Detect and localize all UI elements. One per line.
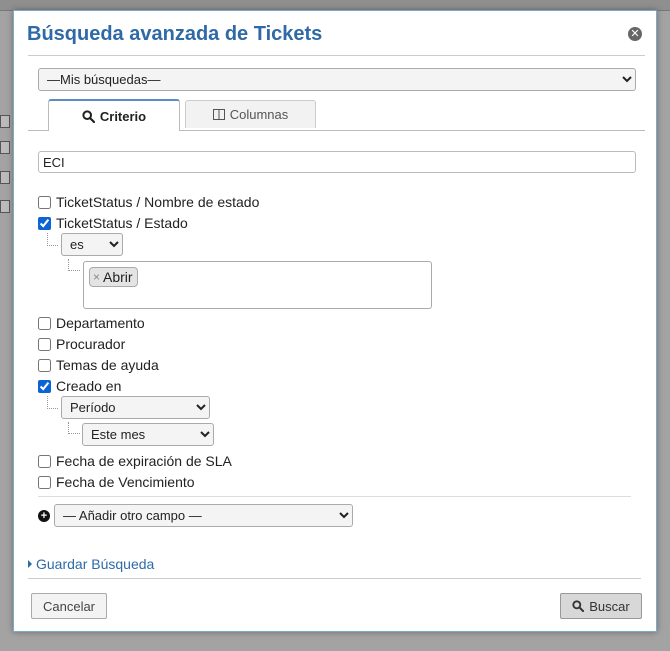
save-search-toggle[interactable]: Guardar Búsqueda (28, 556, 154, 572)
criterion-created[interactable]: Creado en (38, 378, 121, 394)
criterion-assignee-checkbox[interactable] (38, 337, 51, 351)
search-icon (82, 109, 95, 123)
add-field-select[interactable]: — Añadir otro campo — (54, 504, 353, 527)
criterion-help-topics-checkbox[interactable] (38, 358, 51, 372)
divider (28, 578, 641, 579)
advanced-search-dialog: Búsqueda avanzada de Tickets ✕ —Mis búsq… (13, 10, 657, 632)
status-tag: × Abrir (89, 267, 138, 287)
close-icon[interactable]: ✕ (628, 27, 642, 41)
search-button[interactable]: Buscar (560, 593, 642, 619)
tab-criteria-label: Criterio (99, 108, 147, 124)
columns-icon (212, 109, 225, 120)
tree-guide (68, 422, 80, 434)
plus-circle-icon: + (38, 510, 50, 522)
tab-columns-label: Columnas (229, 107, 289, 122)
created-operator-select[interactable]: Período (61, 396, 210, 419)
criterion-due-date[interactable]: Fecha de Vencimiento (38, 474, 195, 490)
status-tag-label: Abrir (103, 269, 133, 285)
tree-guide (47, 233, 58, 246)
criterion-sla-due[interactable]: Fecha de expiración de SLA (38, 453, 232, 469)
criterion-department[interactable]: Departamento (38, 315, 145, 331)
cancel-button[interactable]: Cancelar (31, 593, 107, 619)
background-doc-icon (0, 141, 10, 154)
criterion-label: Fecha de expiración de SLA (56, 453, 232, 469)
tab-criteria[interactable]: Criterio (48, 99, 180, 131)
tag-remove-icon[interactable]: × (93, 268, 100, 286)
criterion-created-checkbox[interactable] (38, 379, 51, 393)
background-doc-icon (0, 171, 10, 184)
criterion-status-state[interactable]: TicketStatus / Estado (38, 215, 188, 231)
keywords-input[interactable] (38, 151, 636, 173)
my-searches-select[interactable]: —Mis búsquedas— (38, 68, 636, 91)
criterion-label: TicketStatus / Nombre de estado (56, 194, 260, 210)
criterion-status-state-checkbox[interactable] (38, 216, 51, 230)
criterion-label: TicketStatus / Estado (56, 215, 188, 231)
criterion-label: Fecha de Vencimiento (56, 474, 195, 490)
criterion-department-checkbox[interactable] (38, 316, 51, 330)
background-doc-icon (0, 200, 10, 213)
status-operator-select[interactable]: es (61, 233, 123, 256)
status-values-multiselect[interactable]: × Abrir (83, 261, 432, 309)
search-button-label: Buscar (589, 598, 630, 614)
tree-guide (47, 396, 58, 409)
criterion-assignee[interactable]: Procurador (38, 336, 125, 352)
criterion-label: Creado en (56, 378, 122, 394)
save-search-label: Guardar Búsqueda (36, 556, 155, 572)
criterion-due-date-checkbox[interactable] (38, 475, 51, 489)
divider (28, 55, 645, 56)
cancel-button-label: Cancelar (42, 598, 96, 614)
search-icon (572, 600, 585, 612)
criterion-label: Procurador (56, 336, 126, 352)
criterion-label: Departamento (56, 315, 145, 331)
divider (38, 496, 631, 497)
created-period-select[interactable]: Este mes (82, 423, 214, 446)
criterion-status-name-checkbox[interactable] (38, 195, 51, 209)
caret-right-icon (28, 560, 32, 568)
criterion-status-name[interactable]: TicketStatus / Nombre de estado (38, 194, 259, 210)
criterion-help-topics[interactable]: Temas de ayuda (38, 357, 159, 373)
tab-columns[interactable]: Columnas (185, 100, 316, 128)
criterion-sla-due-checkbox[interactable] (38, 454, 51, 468)
criterion-label: Temas de ayuda (56, 357, 159, 373)
tree-guide (68, 259, 80, 271)
background-doc-icon (0, 115, 10, 128)
dialog-title: Búsqueda avanzada de Tickets (27, 23, 323, 45)
tab-bar: Criterio Columnas (28, 99, 645, 131)
